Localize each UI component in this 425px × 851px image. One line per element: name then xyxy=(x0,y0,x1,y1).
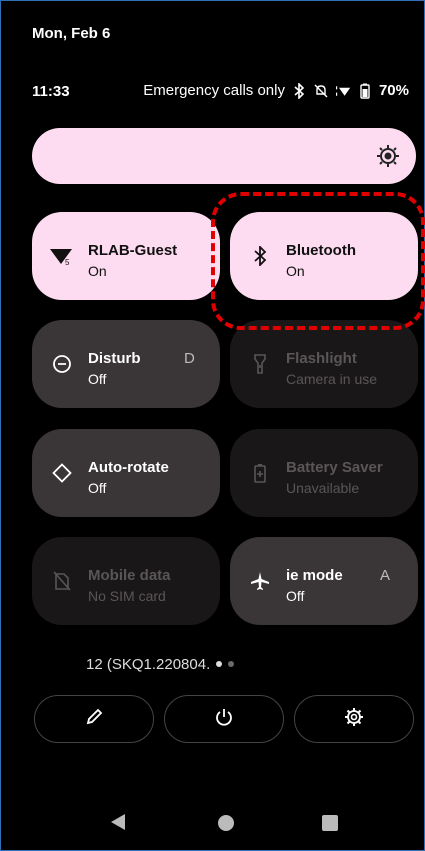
tile-battery-saver-title: Battery Saver xyxy=(286,459,383,476)
tile-airplane-mode[interactable]: ie mode A Off xyxy=(230,537,418,625)
power-icon xyxy=(214,707,234,732)
tile-wifi-status: On xyxy=(88,263,107,279)
tile-auto-rotate-title: Auto-rotate xyxy=(88,459,169,476)
date-label: Mon, Feb 6 xyxy=(32,25,111,42)
status-bar: Emergency calls only 70% xyxy=(143,82,409,99)
tile-airplane-title-trail: A xyxy=(380,567,391,584)
bluetooth-icon xyxy=(248,244,272,268)
page-indicator xyxy=(216,661,234,667)
svg-text:5: 5 xyxy=(65,258,70,266)
tile-airplane-title: ie mode xyxy=(286,567,343,584)
tile-flashlight[interactable]: Flashlight Camera in use xyxy=(230,320,418,408)
mute-icon xyxy=(313,83,329,99)
page-dot xyxy=(228,661,234,667)
brightness-slider[interactable] xyxy=(32,128,416,184)
network-status: Emergency calls only xyxy=(143,82,285,99)
page-dot-active xyxy=(216,661,222,667)
dnd-icon xyxy=(50,352,74,376)
wifi-data-icon xyxy=(335,83,351,99)
power-button[interactable] xyxy=(164,695,284,743)
brightness-icon xyxy=(376,144,400,168)
tile-bluetooth[interactable]: Bluetooth On xyxy=(230,212,418,300)
tile-dnd-status: Off xyxy=(88,371,107,387)
tile-wifi-title: RLAB-Guest xyxy=(88,242,178,259)
tile-mobile-data-title: Mobile data xyxy=(88,567,171,584)
nav-home-button[interactable] xyxy=(218,815,234,831)
pencil-icon xyxy=(85,708,103,731)
auto-rotate-icon xyxy=(50,461,74,485)
tile-airplane-status: Off xyxy=(286,588,305,604)
tile-mobile-data[interactable]: Mobile data No SIM card xyxy=(32,537,220,625)
gear-icon xyxy=(344,707,364,732)
edit-button[interactable] xyxy=(34,695,154,743)
tile-wifi[interactable]: 5 RLAB-Guest On xyxy=(32,212,220,300)
battery-icon xyxy=(357,83,373,99)
tile-auto-rotate[interactable]: Auto-rotate Off xyxy=(32,429,220,517)
battery-percent: 70% xyxy=(378,82,409,99)
tile-bluetooth-status: On xyxy=(286,263,305,279)
flashlight-icon xyxy=(248,352,272,376)
nav-recents-button[interactable] xyxy=(322,815,338,831)
battery-saver-icon xyxy=(248,461,272,485)
bluetooth-status-icon xyxy=(291,82,307,99)
tile-flashlight-status: Camera in use xyxy=(286,371,378,387)
tile-do-not-disturb[interactable]: Disturb D Off xyxy=(32,320,220,408)
tile-flashlight-title: Flashlight xyxy=(286,350,357,367)
settings-button[interactable] xyxy=(294,695,414,743)
tile-mobile-data-status: No SIM card xyxy=(88,588,166,604)
nav-back-button[interactable] xyxy=(110,813,126,836)
tile-battery-saver-status: Unavailable xyxy=(286,480,360,496)
wifi-icon: 5 xyxy=(50,244,74,268)
tile-auto-rotate-status: Off xyxy=(88,480,107,496)
tile-dnd-title-trail: D xyxy=(184,350,195,367)
tile-dnd-title: Disturb xyxy=(88,350,141,367)
build-number: 12 (SKQ1.220804. xyxy=(86,656,211,673)
airplane-icon xyxy=(248,569,272,593)
tile-battery-saver[interactable]: Battery Saver Unavailable xyxy=(230,429,418,517)
clock: 11:33 xyxy=(32,83,70,100)
mobile-data-icon xyxy=(50,569,74,593)
tile-bluetooth-title: Bluetooth xyxy=(286,242,356,259)
